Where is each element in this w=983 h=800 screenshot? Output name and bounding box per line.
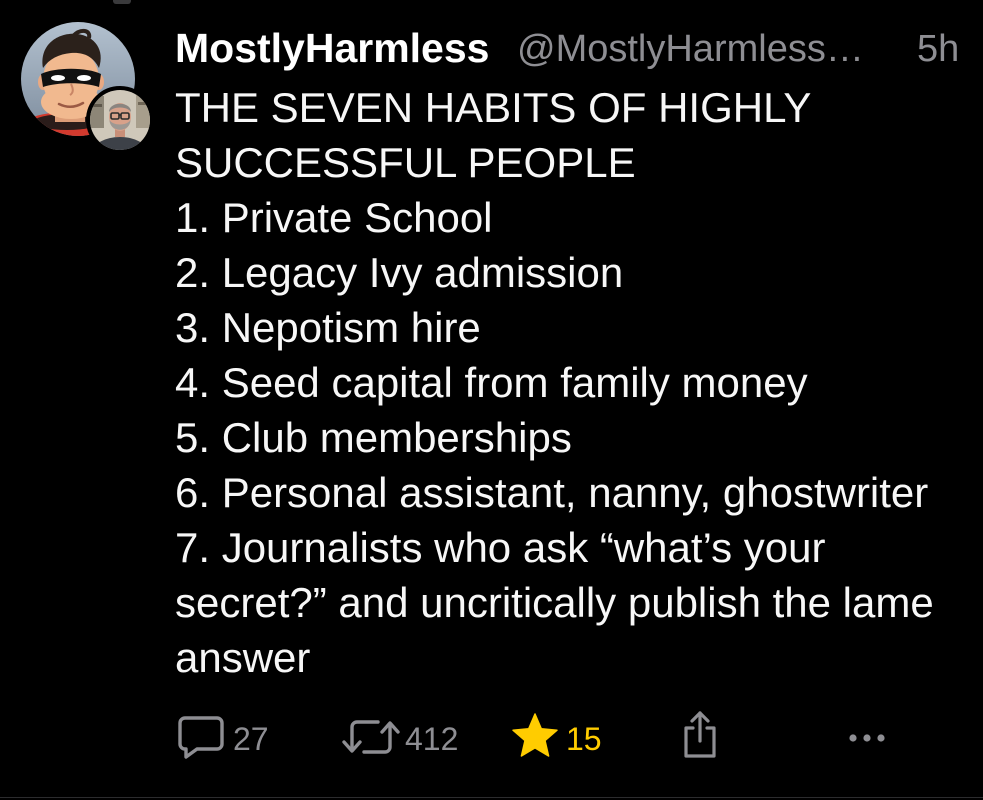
author-handle[interactable]: @MostlyHarmless… [517, 26, 864, 72]
retweeter-avatar-image [90, 90, 150, 150]
reply-count: 27 [233, 721, 269, 757]
more-icon [849, 734, 885, 742]
tweet-text-line: SUCCESSFUL PEOPLE [175, 139, 636, 186]
favorite-button[interactable] [511, 712, 559, 760]
share-button[interactable] [679, 709, 721, 759]
tweet-text: THE SEVEN HABITS OF HIGHLY SUCCESSFUL PE… [175, 80, 934, 685]
tweet-text-line: 4. Seed capital from family money [175, 359, 808, 406]
tweet-timestamp: 5h [917, 28, 960, 70]
star-icon [512, 713, 558, 757]
retweet-button[interactable] [341, 714, 401, 760]
favorite-count: 15 [566, 721, 602, 757]
tweet-text-line: 5. Club memberships [175, 414, 572, 461]
tweet-text-line: answer [175, 634, 311, 681]
tweet-text-line: 1. Private School [175, 194, 493, 241]
tweet-text-line: secret?” and uncritically publish the la… [175, 579, 934, 626]
tweet-text-line: 3. Nepotism hire [175, 304, 481, 351]
retweet-count: 412 [405, 721, 459, 757]
tweet-divider [0, 797, 983, 798]
retweeter-avatar[interactable] [86, 86, 154, 154]
thread-connector [113, 0, 131, 4]
tweet-text-line: 2. Legacy Ivy admission [175, 249, 624, 296]
more-options-button[interactable] [845, 726, 891, 750]
share-icon [684, 711, 716, 758]
retweet-icon [342, 720, 400, 754]
tweet-text-line: 6. Personal assistant, nanny, ghostwrite… [175, 469, 929, 516]
reply-button[interactable] [177, 714, 225, 760]
author-display-name[interactable]: MostlyHarmless [175, 25, 489, 71]
tweet-text-line: THE SEVEN HABITS OF HIGHLY [175, 84, 812, 131]
reply-icon [178, 716, 224, 759]
tweet-text-line: 7. Journalists who ask “what’s your [175, 524, 826, 571]
